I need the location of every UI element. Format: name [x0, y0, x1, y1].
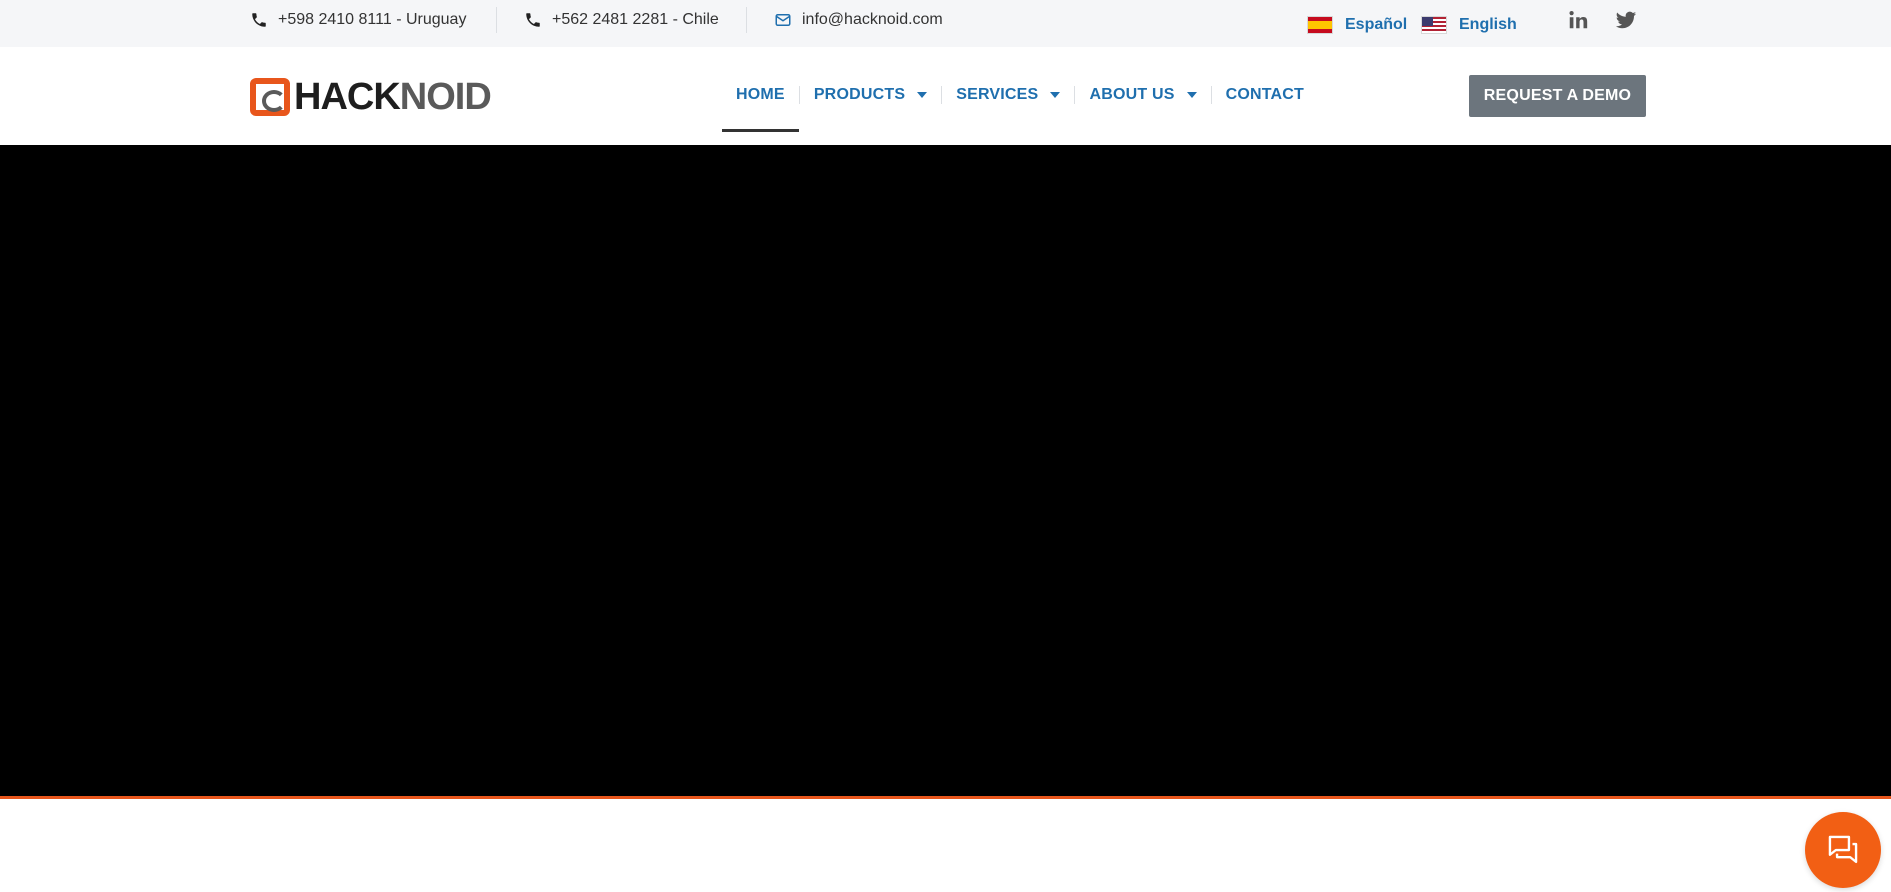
email-text: info@hacknoid.com	[802, 11, 943, 28]
divider	[496, 7, 497, 33]
nav-contact[interactable]: CONTACT	[1212, 82, 1318, 108]
phone-chile-text: +562 2481 2281 - Chile	[552, 11, 719, 28]
lang-english-label: English	[1459, 16, 1517, 33]
logo-text: HACKNOID	[294, 76, 492, 118]
chat-icon	[1828, 835, 1858, 864]
logo-mark-icon	[250, 78, 290, 116]
lang-english-link[interactable]: English	[1421, 14, 1517, 36]
request-demo-button[interactable]: REQUEST A DEMO	[1469, 75, 1646, 117]
hero-accent-line	[0, 796, 1891, 799]
nav-products[interactable]: PRODUCTS	[800, 82, 941, 108]
linkedin-icon[interactable]	[1566, 8, 1590, 32]
caret-down-icon	[1186, 92, 1197, 98]
spain-flag-icon	[1307, 16, 1333, 34]
top-info-bar: +598 2410 8111 - Uruguay +562 2481 2281 …	[0, 0, 1891, 47]
lang-espanol-link[interactable]: Español	[1307, 14, 1407, 36]
hacknoid-logo[interactable]: HACKNOID	[250, 77, 545, 117]
twitter-icon[interactable]	[1614, 8, 1638, 32]
phone-uruguay-text: +598 2410 8111 - Uruguay	[278, 11, 467, 28]
caret-down-icon	[917, 92, 928, 98]
phone-icon	[524, 11, 542, 29]
divider	[746, 7, 747, 33]
chat-button[interactable]	[1805, 812, 1881, 888]
us-flag-icon	[1421, 16, 1447, 34]
contact-email[interactable]: info@hacknoid.com	[774, 9, 943, 31]
nav-about-us[interactable]: ABOUT US	[1075, 82, 1210, 108]
main-nav: HOME PRODUCTS SERVICES ABOUT US CONTACT	[722, 82, 1318, 132]
phone-icon	[250, 11, 268, 29]
contact-phone-uruguay[interactable]: +598 2410 8111 - Uruguay	[250, 9, 466, 31]
mail-icon	[774, 11, 792, 29]
hero-video-area[interactable]	[0, 145, 1891, 796]
nav-services[interactable]: SERVICES	[942, 82, 1074, 108]
nav-home[interactable]: HOME	[722, 82, 799, 132]
lang-espanol-label: Español	[1345, 16, 1408, 33]
caret-down-icon	[1050, 92, 1061, 98]
site-header: HACKNOID HOME PRODUCTS SERVICES ABOUT US…	[0, 47, 1891, 145]
contact-phone-chile[interactable]: +562 2481 2281 - Chile	[524, 9, 719, 31]
